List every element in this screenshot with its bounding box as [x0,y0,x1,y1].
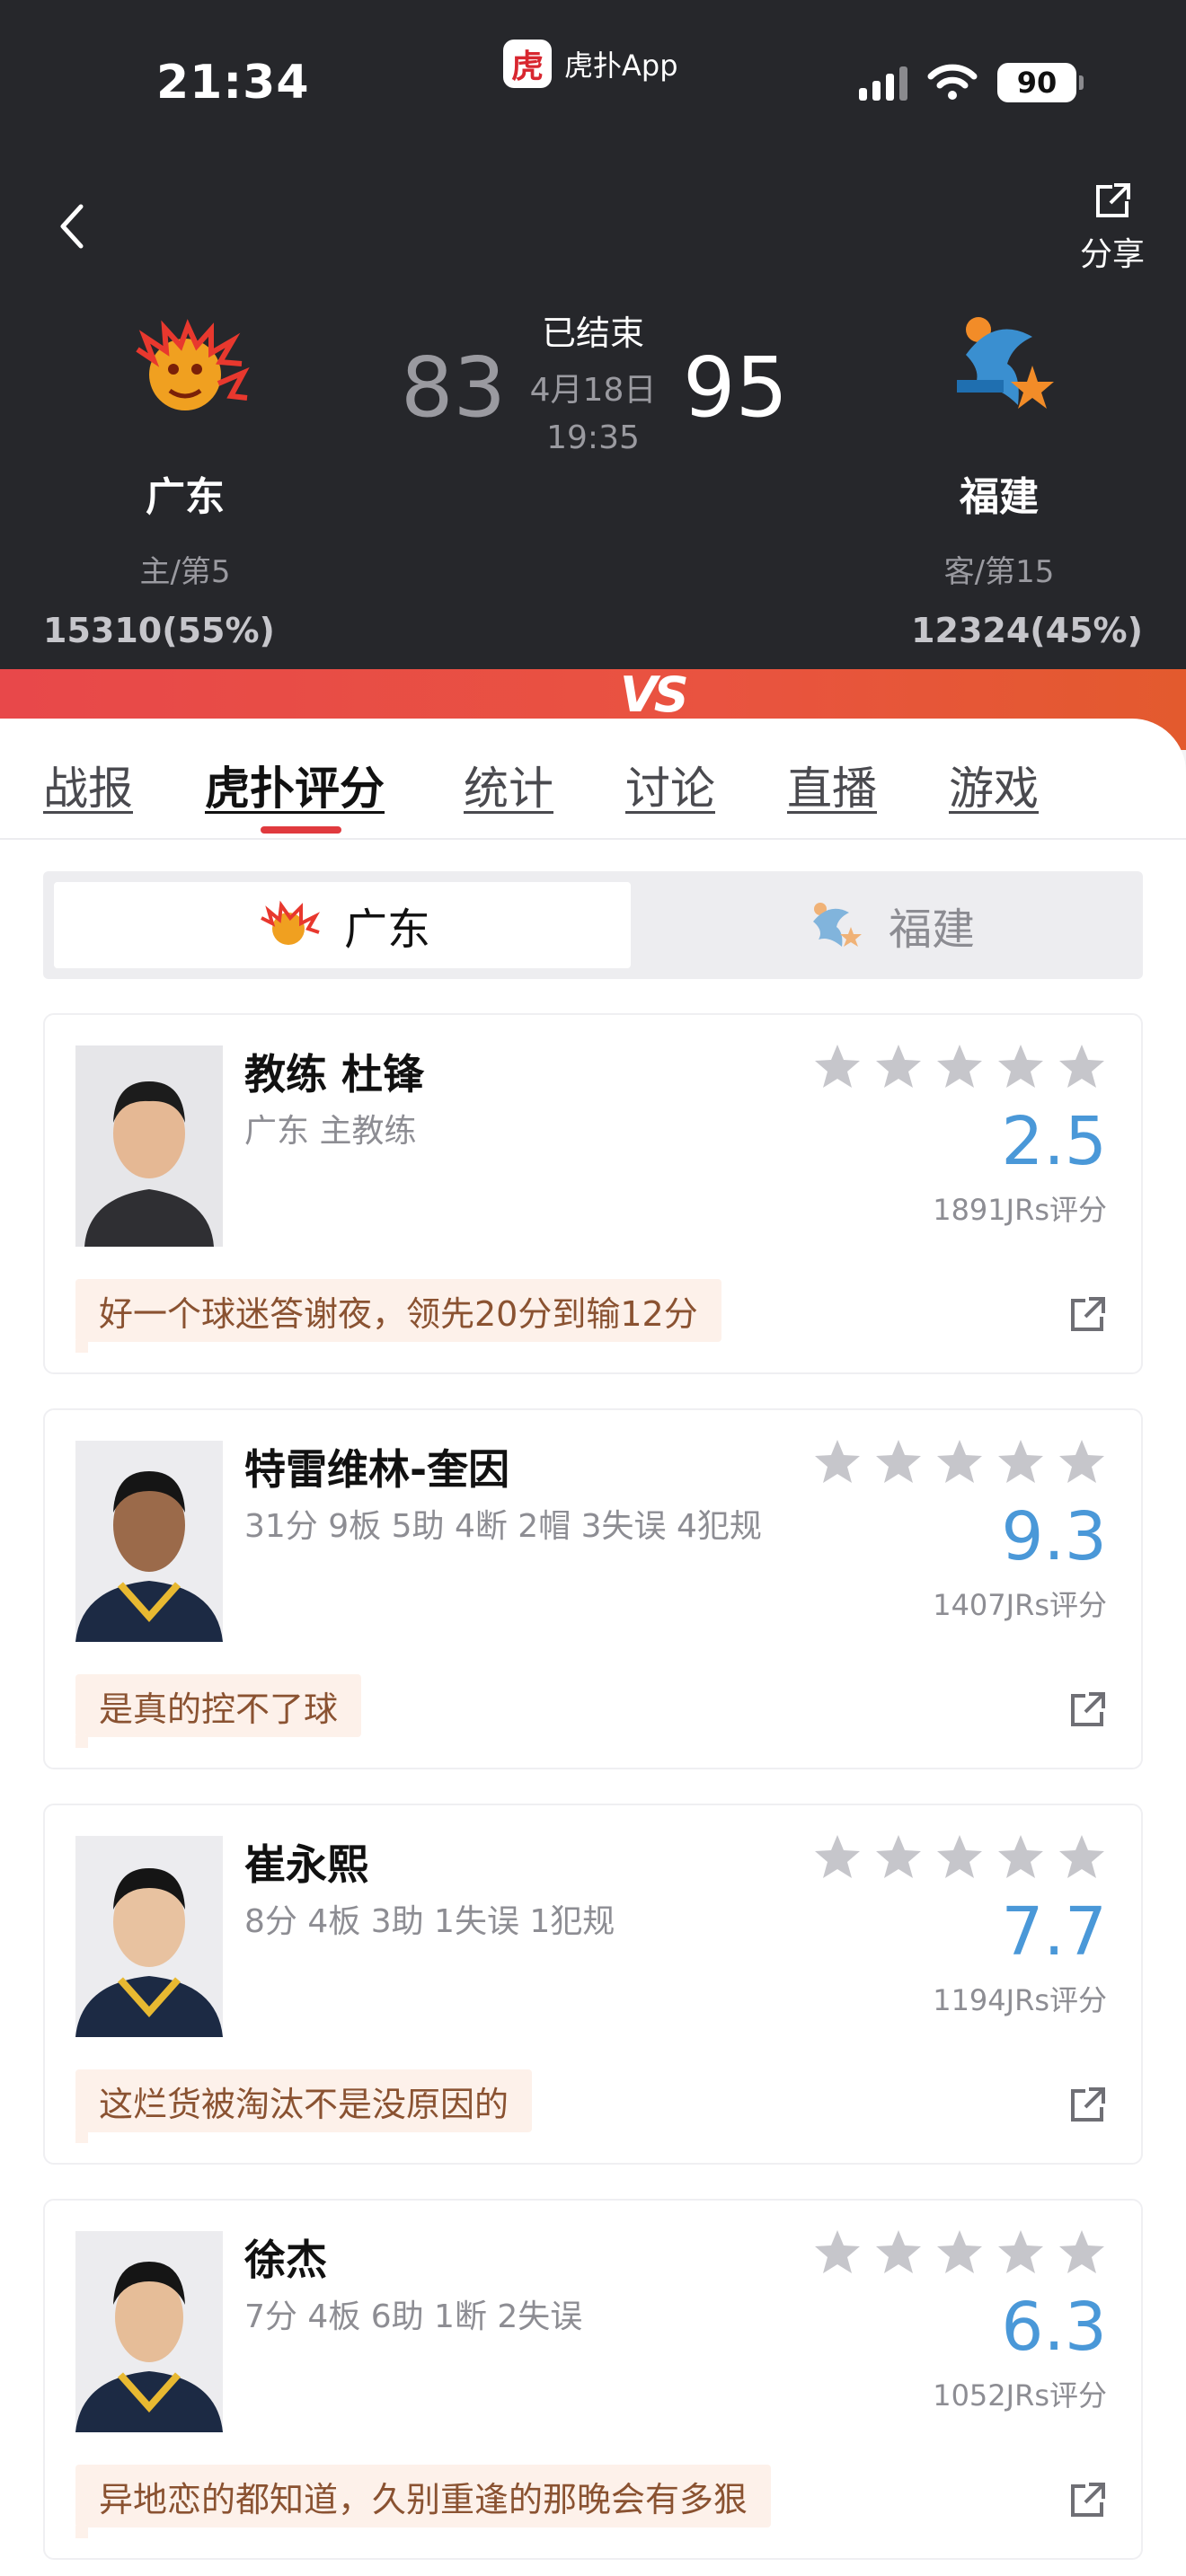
rating-stars[interactable] [812,1437,1107,1487]
rating-score: 7.7 [1001,1893,1107,1971]
star-icon[interactable] [873,2228,924,2278]
star-icon[interactable] [812,1832,863,1883]
rating-score: 6.3 [1001,2289,1107,2366]
player-rating-card[interactable]: 徐杰 7分 4板 6助 1断 2失误 6.3 1052JRs评分 异地恋的都知道… [43,2199,1143,2560]
tab-discussion[interactable]: 讨论 [625,753,715,817]
wifi-icon [927,64,978,100]
tab-report[interactable]: 战报 [43,753,133,817]
match-info: 已结束 4月18日 19:35 [503,305,683,456]
star-icon[interactable] [1057,1437,1107,1487]
home-support: 15310(55%) [43,611,275,650]
away-support: 12324(45%) [911,611,1143,650]
share-icon[interactable] [1067,1295,1107,1335]
top-comment[interactable]: 是真的控不了球 [75,1674,362,1748]
share-icon[interactable] [1067,1690,1107,1730]
toggle-away-team[interactable]: 福建 [642,882,1132,968]
star-icon[interactable] [1057,2228,1107,2278]
away-score: 95 [683,340,789,436]
rating-stars[interactable] [812,1832,1107,1883]
share-icon [1096,183,1130,217]
rating-list: 广东 福建 教练 杜锋 广东 主教练 2.5 1891JRs评分 好一个球迷答谢… [0,840,1186,2576]
rating-score: 9.3 [1001,1498,1107,1575]
top-comment[interactable]: 异地恋的都知道，久别重逢的那晚会有多狠 [75,2465,772,2538]
battery-icon: 90 [997,63,1084,102]
rating-count: 1194JRs评分 [933,1983,1107,2017]
rating-count: 1891JRs评分 [933,1193,1107,1227]
home-score: 83 [401,340,507,436]
guangdong-team-logo [261,900,320,945]
hupu-logo-icon: 虎 [503,40,552,88]
tab-game[interactable]: 游戏 [949,753,1039,817]
app-badge: 虎 虎扑App [503,40,678,88]
star-icon[interactable] [996,1437,1046,1487]
star-icon[interactable] [873,1437,924,1487]
toggle-home-team[interactable]: 广东 [54,882,631,968]
star-icon[interactable] [996,1042,1046,1092]
tab-stats[interactable]: 统计 [464,753,553,817]
share-button[interactable]: 分享 [1075,181,1150,275]
star-icon[interactable] [934,2228,985,2278]
away-team[interactable]: 福建 客/第15 [864,310,1134,591]
team-toggle: 广东 福建 [43,871,1143,979]
status-time: 21:34 [156,56,310,110]
tab-hupu-rating[interactable]: 虎扑评分 [205,753,385,817]
star-icon[interactable] [996,1832,1046,1883]
star-icon[interactable] [934,1042,985,1092]
share-icon[interactable] [1067,2086,1107,2125]
player-rating-card[interactable]: 教练 杜锋 广东 主教练 2.5 1891JRs评分 好一个球迷答谢夜，领先20… [43,1013,1143,1374]
rating-score: 2.5 [1001,1103,1107,1180]
rating-count: 1052JRs评分 [933,2378,1107,2413]
star-icon[interactable] [812,2228,863,2278]
vs-icon: VS [620,666,689,723]
star-icon[interactable] [934,1832,985,1883]
player-rating-card[interactable]: 崔永熙 8分 4板 3助 1失误 1犯规 7.7 1194JRs评分 这烂货被淘… [43,1804,1143,2165]
avatar [75,2231,223,2432]
avatar [75,1836,223,2037]
status-icons: 90 [859,63,1084,102]
top-comment[interactable]: 这烂货被淘汰不是没原因的 [75,2069,533,2143]
rating-count: 1407JRs评分 [933,1588,1107,1622]
fujian-team-logo [812,903,862,947]
tab-bar: 战报 虎扑评分 统计 讨论 直播 游戏 [0,719,1186,840]
tab-live[interactable]: 直播 [787,753,877,817]
match-time: 19:35 [546,419,640,456]
star-icon[interactable] [996,2228,1046,2278]
rating-stars[interactable] [812,1042,1107,1092]
star-icon[interactable] [812,1437,863,1487]
match-header: 21:34 虎 虎扑App 90 分享 广东 主/第5 83 已结束 4月18日… [0,0,1186,683]
cellular-signal-icon [859,65,907,101]
avatar [75,1045,223,1247]
fujian-team-logo [957,317,1054,409]
star-icon[interactable] [873,1832,924,1883]
star-icon[interactable] [1057,1832,1107,1883]
player-rating-card[interactable]: 特雷维林-奎因 31分 9板 5助 4断 2帽 3失误 4犯规 9.3 1407… [43,1408,1143,1769]
match-status: 已结束 [541,313,644,353]
back-arrow-icon[interactable] [54,199,90,253]
star-icon[interactable] [934,1437,985,1487]
guangdong-team-logo [136,319,250,410]
active-tab-indicator [261,826,341,834]
star-icon[interactable] [1057,1042,1107,1092]
home-team[interactable]: 广东 主/第5 [50,310,320,591]
star-icon[interactable] [873,1042,924,1092]
share-icon[interactable] [1067,2481,1107,2520]
rating-stars[interactable] [812,2228,1107,2278]
match-date: 4月18日 [529,372,657,409]
top-comment[interactable]: 好一个球迷答谢夜，领先20分到输12分 [75,1279,721,1353]
avatar [75,1441,223,1642]
star-icon[interactable] [812,1042,863,1092]
